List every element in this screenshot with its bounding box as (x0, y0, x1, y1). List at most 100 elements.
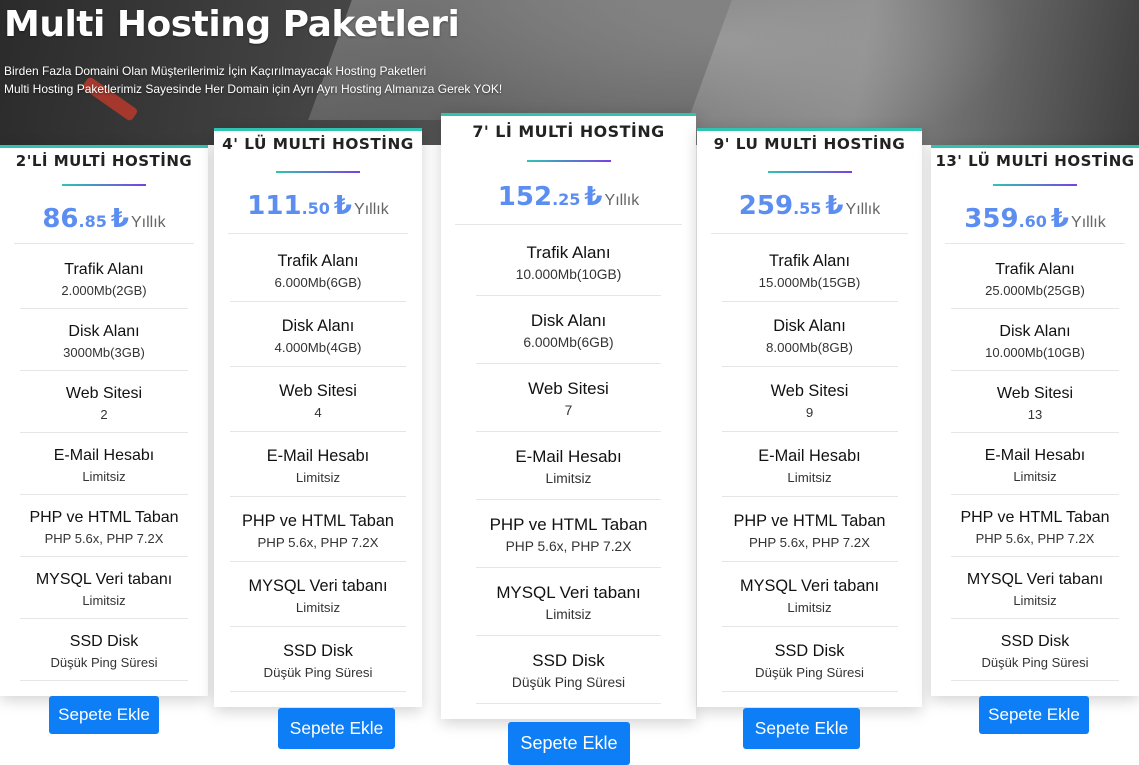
feature-email-hesabi: E-Mail Hesabı Limitsiz (721, 432, 898, 497)
feature-value: 25.000Mb(25GB) (985, 283, 1085, 298)
add-to-cart-button[interactable]: Sepete Ekle (49, 696, 159, 734)
title-divider (767, 171, 852, 173)
feature-value: Düşük Ping Süresi (50, 655, 158, 670)
price-integer: 359 (964, 204, 1019, 234)
feature-list: Trafik Alanı 25.000Mb(25GB) Disk Alanı 10.0… (931, 247, 1139, 681)
lira-icon: ₺ (110, 204, 129, 234)
feature-label: SSD Disk (1000, 633, 1070, 650)
price-decimal: .85 (78, 212, 107, 231)
title-divider (526, 160, 611, 162)
feature-trafik-alani: Trafik Alanı 6.000Mb(6GB) (230, 237, 406, 302)
feature-web-sitesi: Web Sitesi 4 (230, 367, 406, 432)
plan-price: 259.55 ₺ Yıllık (697, 191, 922, 221)
feature-label: Trafik Alanı (526, 243, 611, 262)
plan-price: 111.50 ₺ Yıllık (214, 191, 422, 221)
feature-value: 10.000Mb(10GB) (515, 267, 622, 282)
title-divider (62, 184, 146, 186)
add-to-cart-button[interactable]: Sepete Ekle (508, 722, 630, 765)
price-period: Yıllık (1071, 214, 1106, 231)
feature-php-html: PHP ve HTML Taban PHP 5.6x, PHP 7.2X (951, 495, 1119, 557)
feature-label: E-Mail Hesabı (758, 447, 861, 465)
feature-label: SSD Disk (532, 651, 605, 670)
price-decimal: .50 (301, 199, 330, 218)
feature-value: Limitsiz (295, 470, 341, 485)
hero-subtitle-line2: Multi Hosting Paketlerimiz Sayesinde Her… (4, 82, 503, 96)
feature-web-sitesi: Web Sitesi 9 (721, 367, 898, 432)
feature-disk-alani: Disk Alanı 10.000Mb(10GB) (951, 309, 1119, 371)
page-title: Multi Hosting Paketleri (4, 4, 460, 45)
feature-value: PHP 5.6x, PHP 7.2X (975, 531, 1095, 546)
feature-ssd-disk: SSD Disk Düşük Ping Süresi (20, 619, 188, 681)
feature-trafik-alani: Trafik Alanı 25.000Mb(25GB) (951, 247, 1119, 309)
feature-label: Trafik Alanı (995, 261, 1075, 278)
feature-value: Limitsiz (787, 470, 832, 485)
lira-icon: ₺ (584, 182, 603, 212)
feature-label: E-Mail Hesabı (266, 447, 370, 465)
price-period: Yıllık (604, 192, 640, 209)
feature-value: 6.000Mb(6GB) (274, 275, 362, 290)
plan-price: 152.25 ₺ Yıllık (441, 182, 696, 212)
plan-title: 7' Lİ MULTİ HOSTİNG (472, 122, 665, 141)
feature-value: 3000Mb(3GB) (63, 345, 145, 360)
feature-php-html: PHP ve HTML Taban PHP 5.6x, PHP 7.2X (20, 495, 188, 557)
feature-label: MYSQL Veri tabanı (35, 571, 173, 588)
feature-value: 9 (805, 405, 814, 420)
feature-value: Limitsiz (787, 600, 832, 615)
feature-value: Limitsiz (82, 593, 126, 608)
pricing-card-13lu: 13' LÜ MULTİ HOSTİNG 359.60 ₺ Yıllık Trafik … (931, 145, 1139, 696)
feature-label: SSD Disk (69, 633, 139, 650)
feature-value: PHP 5.6x, PHP 7.2X (748, 535, 871, 550)
feature-mysql: MYSQL Veri tabanı Limitsiz (20, 557, 188, 619)
feature-label: E-Mail Hesabı (984, 447, 1086, 464)
lira-icon: ₺ (825, 191, 844, 221)
feature-php-html: PHP ve HTML Taban PHP 5.6x, PHP 7.2X (476, 500, 661, 568)
add-to-cart-button[interactable]: Sepete Ekle (743, 708, 860, 749)
pricing-card-4lu: 4' LÜ MULTİ HOSTİNG 111.50 ₺ Yıllık Trafik A… (214, 128, 422, 707)
price-decimal: .60 (1018, 212, 1047, 231)
add-to-cart-button[interactable]: Sepete Ekle (278, 708, 395, 749)
feature-mysql: MYSQL Veri tabanı Limitsiz (230, 562, 406, 627)
add-to-cart-button[interactable]: Sepete Ekle (979, 696, 1089, 734)
feature-label: Trafik Alanı (769, 252, 850, 270)
feature-label: PHP ve HTML Taban (241, 512, 395, 530)
feature-ssd-disk: SSD Disk Düşük Ping Süresi (721, 627, 898, 692)
feature-label: Web Sitesi (65, 385, 143, 402)
plan-price: 359.60 ₺ Yıllık (931, 204, 1139, 234)
feature-label: Trafik Alanı (64, 261, 144, 278)
feature-value: 2.000Mb(2GB) (61, 283, 147, 298)
price-separator (455, 224, 682, 225)
feature-web-sitesi: Web Sitesi 2 (20, 371, 188, 433)
feature-label: MYSQL Veri tabanı (248, 577, 388, 595)
pricing-card-9lu: 9' LU MULTİ HOSTİNG 259.55 ₺ Yıllık Trafik A… (697, 128, 922, 707)
feature-value: PHP 5.6x, PHP 7.2X (257, 535, 379, 550)
pricing-card-2li: 2'Lİ MULTİ HOSTİNG 86.85 ₺ Yıllık Trafik Ala… (0, 145, 208, 696)
feature-ssd-disk: SSD Disk Düşük Ping Süresi (230, 627, 406, 692)
plan-price: 86.85 ₺ Yıllık (0, 204, 208, 234)
feature-value: Düşük Ping Süresi (263, 665, 373, 680)
price-integer: 259 (738, 191, 794, 221)
feature-label: PHP ve HTML Taban (960, 509, 1110, 526)
feature-label: Web Sitesi (770, 382, 849, 400)
plan-title: 2'Lİ MULTİ HOSTİNG (15, 152, 193, 170)
feature-value: Limitsiz (1013, 469, 1057, 484)
feature-value: 7 (564, 403, 573, 418)
feature-value: Düşük Ping Süresi (981, 655, 1089, 670)
feature-list: Trafik Alanı 10.000Mb(10GB) Disk Alanı 6.00… (441, 228, 696, 704)
feature-value: 4 (314, 405, 322, 420)
feature-trafik-alani: Trafik Alanı 15.000Mb(15GB) (721, 237, 898, 302)
feature-label: E-Mail Hesabı (53, 447, 155, 464)
hero-subtitle-line1: Birden Fazla Domaini Olan Müşterilerimiz… (4, 64, 427, 78)
feature-label: Trafik Alanı (277, 252, 359, 270)
feature-label: E-Mail Hesabı (515, 447, 622, 466)
feature-mysql: MYSQL Veri tabanı Limitsiz (721, 562, 898, 627)
feature-trafik-alani: Trafik Alanı 10.000Mb(10GB) (476, 228, 661, 296)
feature-mysql: MYSQL Veri tabanı Limitsiz (476, 568, 661, 636)
feature-value: 13 (1027, 407, 1043, 422)
price-integer: 86 (42, 204, 79, 234)
feature-label: MYSQL Veri tabanı (739, 577, 880, 595)
feature-web-sitesi: Web Sitesi 7 (476, 364, 661, 432)
feature-email-hesabi: E-Mail Hesabı Limitsiz (20, 433, 188, 495)
feature-email-hesabi: E-Mail Hesabı Limitsiz (951, 433, 1119, 495)
feature-trafik-alani: Trafik Alanı 2.000Mb(2GB) (20, 247, 188, 309)
feature-list: Trafik Alanı 2.000Mb(2GB) Disk Alanı 3000Mb… (0, 247, 208, 681)
